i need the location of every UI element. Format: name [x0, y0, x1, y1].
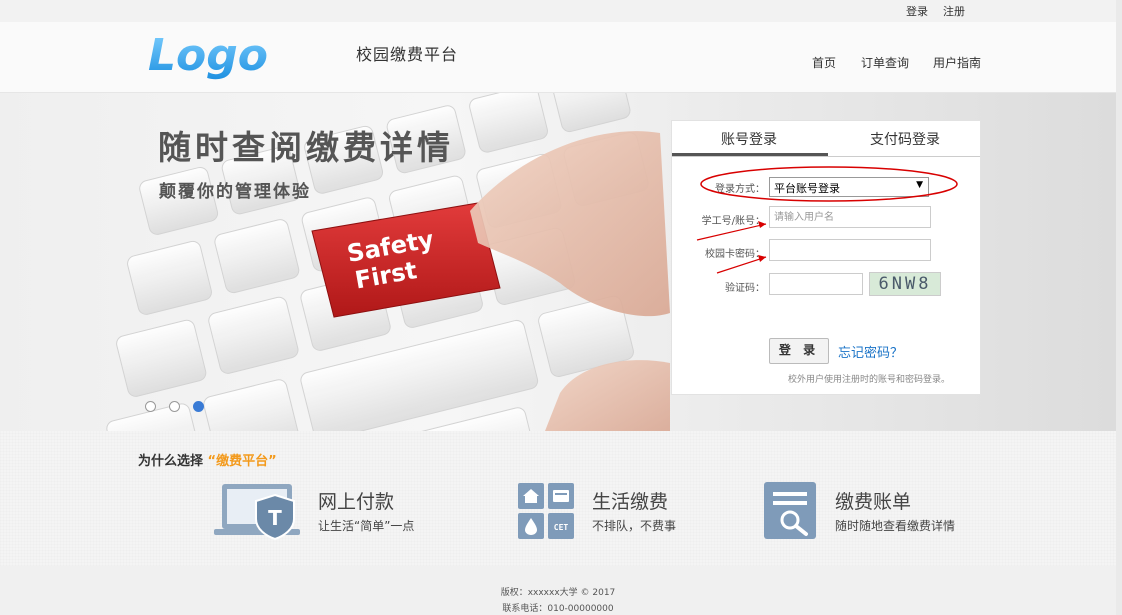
features-heading-highlight: “缴费平台” [207, 454, 277, 469]
nav-order-query[interactable]: 订单查询 [861, 54, 909, 71]
feature-online-pay-desc: 让生活“简单”一点 [318, 519, 415, 533]
top-login-link[interactable]: 登录 [906, 3, 928, 19]
banner-subtitle: 颠覆你的管理体验 [159, 182, 311, 202]
username-input[interactable] [769, 206, 931, 228]
site-title: 校园缴费平台 [356, 45, 459, 64]
features-section: 为什么选择 “缴费平台” T 网上付款 让生活“简单”一点 CET 生活缴费 不… [0, 431, 1116, 566]
banner-title: 随时查阅缴费详情 [158, 128, 454, 167]
username-label: 学工号/账号： [701, 216, 765, 227]
top-register-link[interactable]: 注册 [943, 3, 965, 19]
dropdown-arrow-icon: ▼ [916, 180, 923, 190]
utilities-grid-icon: CET [518, 483, 574, 539]
carousel-dot-1[interactable] [145, 401, 156, 412]
site-footer: 版权：xxxxxx大学 © 2017 联系电话：010-00000000 [0, 566, 1116, 615]
captcha-image[interactable]: 6NW8 [869, 272, 941, 296]
forgot-password-link[interactable]: 忘记密码？ [838, 342, 903, 361]
tab-paycode-login[interactable]: 支付码登录 [828, 129, 982, 149]
login-submit-button[interactable]: 登 录 [769, 338, 829, 364]
feature-bill-title: 缴费账单 [835, 491, 912, 513]
window-scroll-edge [1116, 0, 1122, 615]
site-header: Logo 校园缴费平台 首页 订单查询 用户指南 [0, 22, 1116, 93]
carousel-dot-3[interactable] [193, 401, 205, 412]
laptop-shield-icon: T [214, 484, 300, 541]
footer-phone: 联系电话：010-00000000 [502, 604, 614, 614]
active-tab-indicator [672, 153, 828, 156]
nav-user-guide[interactable]: 用户指南 [933, 54, 981, 71]
svg-text:T: T [268, 506, 282, 530]
footer-copyright: 版权：xxxxxx大学 © 2017 [500, 588, 616, 598]
features-heading-prefix: 为什么选择 [138, 454, 204, 469]
features-heading: 为什么选择 “缴费平台” [138, 450, 277, 469]
svg-text:CET: CET [554, 523, 569, 532]
feature-bill-desc: 随时随地查看缴费详情 [835, 519, 956, 533]
password-label: 校园卡密码： [705, 249, 765, 260]
login-method-select[interactable]: 平台账号登录 ▼ [769, 177, 929, 197]
login-method-label: 登录方式： [715, 184, 765, 195]
feature-living-pay-desc: 不排队，不费事 [592, 519, 677, 533]
tab-account-login[interactable]: 账号登录 [672, 129, 826, 149]
captcha-input[interactable] [769, 273, 863, 295]
site-logo[interactable]: Logo [148, 32, 298, 80]
external-user-hint: 校外用户使用注册时的账号和密码登录。 [787, 375, 950, 385]
login-panel: 账号登录 支付码登录 登录方式： 平台账号登录 ▼ 学工号/账号： 校园卡密码：… [671, 120, 981, 395]
carousel-dots [145, 397, 212, 416]
login-tabs: 账号登录 支付码登录 [672, 121, 980, 157]
nav-home[interactable]: 首页 [812, 54, 836, 71]
top-utility-bar: 登录 注册 [0, 0, 1116, 22]
carousel-dot-2[interactable] [169, 401, 181, 412]
password-input[interactable] [769, 239, 931, 261]
feature-living-pay-title: 生活缴费 [592, 491, 669, 513]
bill-search-icon [764, 482, 816, 539]
feature-online-pay-title: 网上付款 [318, 491, 395, 513]
captcha-label: 验证码： [725, 283, 765, 294]
login-method-value: 平台账号登录 [774, 182, 840, 195]
logo-text: Logo [148, 32, 268, 80]
